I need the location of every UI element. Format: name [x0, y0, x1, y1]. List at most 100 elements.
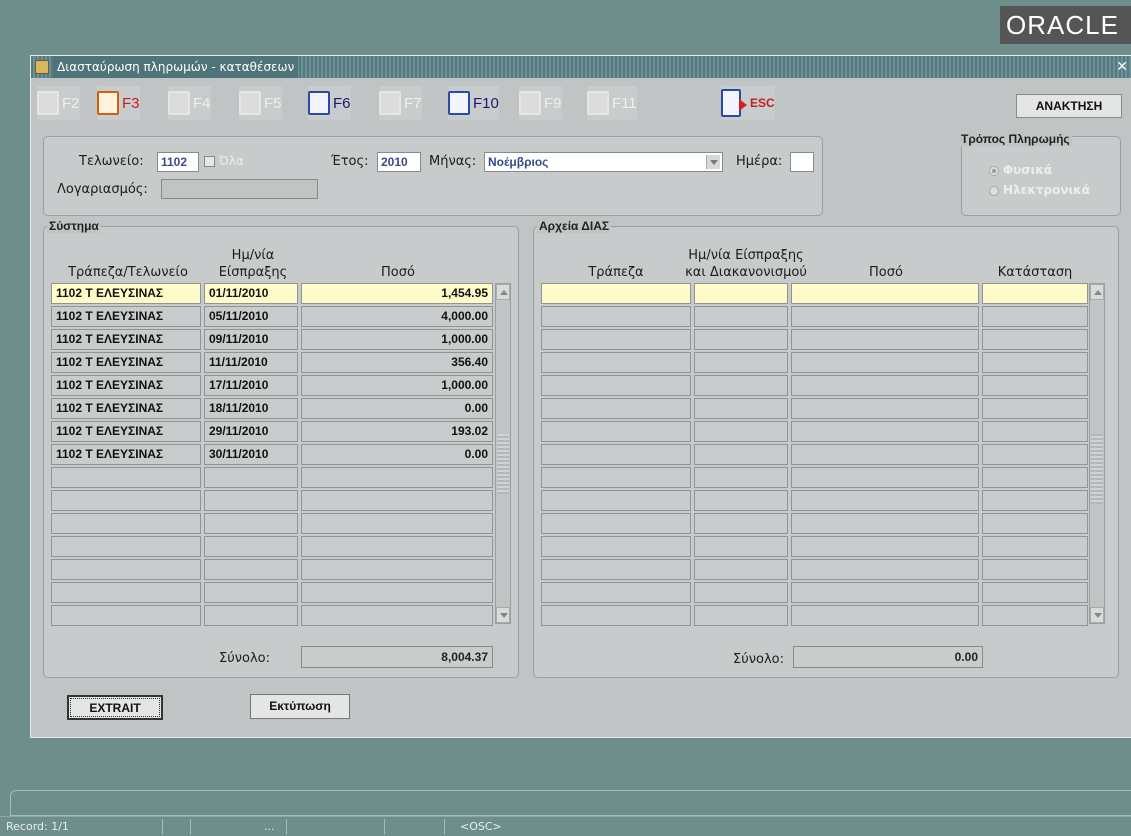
table-row[interactable]: 1102 Τ ΕΛΕΥΣΙΝΑΣ 18/11/2010 0.00: [51, 398, 495, 421]
table-row[interactable]: [541, 375, 1089, 398]
year-field[interactable]: 2010: [377, 152, 421, 172]
bank-cell[interactable]: [541, 306, 691, 327]
amount-cell[interactable]: [301, 559, 493, 580]
scroll-thumb[interactable]: [497, 434, 509, 494]
date-cell[interactable]: 11/11/2010: [204, 352, 298, 373]
amount-cell[interactable]: [791, 559, 979, 580]
table-row[interactable]: 1102 Τ ΕΛΕΥΣΙΝΑΣ 01/11/2010 1,454.95: [51, 283, 495, 306]
table-row[interactable]: [51, 582, 495, 605]
table-row[interactable]: [51, 559, 495, 582]
physical-radio[interactable]: [989, 166, 999, 176]
table-row[interactable]: [541, 536, 1089, 559]
date-cell[interactable]: [204, 490, 298, 511]
bank-cell[interactable]: [541, 421, 691, 442]
bank-cell[interactable]: [51, 582, 201, 603]
bank-cell[interactable]: 1102 Τ ΕΛΕΥΣΙΝΑΣ: [51, 398, 201, 419]
table-row[interactable]: [541, 444, 1089, 467]
bank-cell[interactable]: [541, 329, 691, 350]
table-row[interactable]: [51, 490, 495, 513]
system-scrollbar[interactable]: [495, 283, 511, 624]
amount-cell[interactable]: [791, 375, 979, 396]
status-cell[interactable]: [982, 421, 1088, 442]
status-cell[interactable]: [982, 536, 1088, 557]
bank-cell[interactable]: [51, 490, 201, 511]
date-cell[interactable]: [204, 513, 298, 534]
table-row[interactable]: 1102 Τ ΕΛΕΥΣΙΝΑΣ 11/11/2010 356.40: [51, 352, 495, 375]
status-cell[interactable]: [982, 306, 1088, 327]
scroll-thumb[interactable]: [1091, 434, 1103, 504]
date-cell[interactable]: [694, 421, 788, 442]
date-cell[interactable]: [694, 398, 788, 419]
table-row[interactable]: [51, 605, 495, 628]
status-cell[interactable]: [982, 444, 1088, 465]
table-row[interactable]: [541, 306, 1089, 329]
date-cell[interactable]: [204, 467, 298, 488]
status-cell[interactable]: [982, 375, 1088, 396]
amount-cell[interactable]: [791, 536, 979, 557]
amount-cell[interactable]: [791, 283, 979, 304]
bank-cell[interactable]: 1102 Τ ΕΛΕΥΣΙΝΑΣ: [51, 421, 201, 442]
date-cell[interactable]: 18/11/2010: [204, 398, 298, 419]
table-row[interactable]: 1102 Τ ΕΛΕΥΣΙΝΑΣ 30/11/2010 0.00: [51, 444, 495, 467]
all-checkbox[interactable]: [204, 156, 215, 167]
table-row[interactable]: [51, 467, 495, 490]
date-cell[interactable]: [694, 283, 788, 304]
table-row[interactable]: [541, 283, 1089, 306]
chevron-down-icon[interactable]: [706, 155, 720, 169]
month-dropdown[interactable]: Νοέμβριος: [484, 152, 723, 172]
table-row[interactable]: [541, 329, 1089, 352]
bank-cell[interactable]: [51, 559, 201, 580]
status-cell[interactable]: [982, 467, 1088, 488]
amount-cell[interactable]: [791, 605, 979, 626]
amount-cell[interactable]: 356.40: [301, 352, 493, 373]
dias-scrollbar[interactable]: [1089, 283, 1105, 624]
table-row[interactable]: [541, 421, 1089, 444]
amount-cell[interactable]: [301, 582, 493, 603]
status-cell[interactable]: [982, 398, 1088, 419]
bank-cell[interactable]: [541, 490, 691, 511]
bank-cell[interactable]: [541, 559, 691, 580]
status-cell[interactable]: [982, 559, 1088, 580]
amount-cell[interactable]: [301, 490, 493, 511]
amount-cell[interactable]: 0.00: [301, 444, 493, 465]
amount-cell[interactable]: [301, 513, 493, 534]
table-row[interactable]: [51, 536, 495, 559]
amount-cell[interactable]: [791, 398, 979, 419]
table-row[interactable]: 1102 Τ ΕΛΕΥΣΙΝΑΣ 05/11/2010 4,000.00: [51, 306, 495, 329]
amount-cell[interactable]: [791, 582, 979, 603]
table-row[interactable]: [541, 352, 1089, 375]
date-cell[interactable]: [204, 536, 298, 557]
date-cell[interactable]: [694, 513, 788, 534]
table-row[interactable]: 1102 Τ ΕΛΕΥΣΙΝΑΣ 09/11/2010 1,000.00: [51, 329, 495, 352]
amount-cell[interactable]: [791, 490, 979, 511]
extrait-button[interactable]: EXTRAIT: [67, 695, 163, 720]
scroll-up-icon[interactable]: [496, 284, 510, 300]
bank-cell[interactable]: [51, 467, 201, 488]
bank-cell[interactable]: [541, 513, 691, 534]
status-cell[interactable]: [982, 582, 1088, 603]
scroll-down-icon[interactable]: [496, 607, 510, 623]
status-cell[interactable]: [982, 283, 1088, 304]
amount-cell[interactable]: [791, 467, 979, 488]
close-icon[interactable]: ✕: [1116, 56, 1128, 78]
amount-cell[interactable]: [791, 306, 979, 327]
status-cell[interactable]: [982, 329, 1088, 350]
date-cell[interactable]: [694, 375, 788, 396]
print-button[interactable]: Εκτύπωση: [250, 694, 350, 719]
customs-code-field[interactable]: 1102: [157, 152, 199, 172]
date-cell[interactable]: [694, 306, 788, 327]
bank-cell[interactable]: [541, 375, 691, 396]
scroll-up-icon[interactable]: [1090, 284, 1104, 300]
status-cell[interactable]: [982, 490, 1088, 511]
day-field[interactable]: [790, 152, 814, 172]
bank-cell[interactable]: [541, 352, 691, 373]
esc-exit-button[interactable]: ESC: [721, 86, 775, 120]
date-cell[interactable]: 30/11/2010: [204, 444, 298, 465]
date-cell[interactable]: 29/11/2010: [204, 421, 298, 442]
status-cell[interactable]: [982, 605, 1088, 626]
bank-cell[interactable]: [541, 467, 691, 488]
bank-cell[interactable]: [541, 605, 691, 626]
date-cell[interactable]: [694, 536, 788, 557]
bank-cell[interactable]: [541, 536, 691, 557]
date-cell[interactable]: [694, 329, 788, 350]
